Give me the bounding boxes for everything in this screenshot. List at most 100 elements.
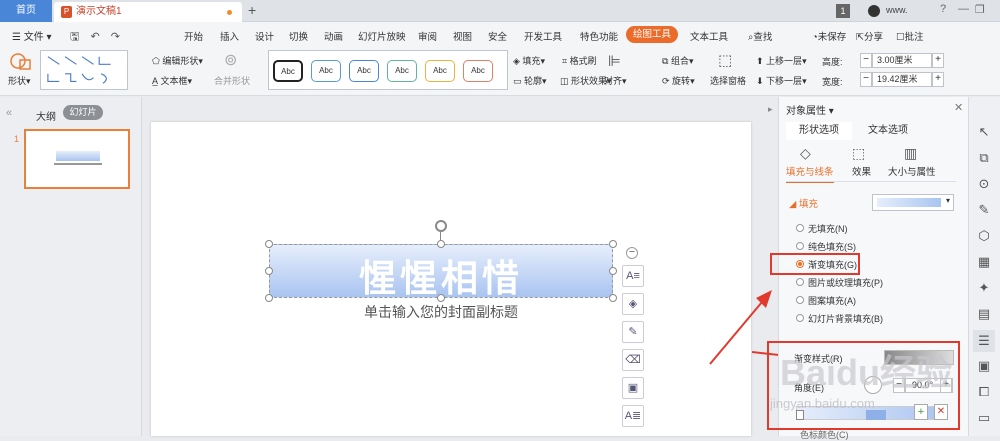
tab-outline[interactable]: 大纲	[36, 108, 56, 123]
fill-section-header[interactable]: ◢ 填充	[789, 196, 818, 210]
restore-button[interactable]: ❐	[975, 3, 985, 16]
close-icon[interactable]: ✕	[954, 101, 963, 114]
option-slide-bg-fill[interactable]: 幻灯片背景填充(B)	[808, 312, 883, 325]
menu-insert[interactable]: 插入	[220, 29, 239, 43]
style-swatch[interactable]: Abc	[463, 60, 493, 82]
text-wrap-icon[interactable]: A≣	[622, 405, 644, 427]
style-swatch[interactable]: Abc	[425, 60, 455, 82]
unsaved-button[interactable]: ◔未保存	[812, 29, 846, 43]
animation-icon[interactable]: ✦	[976, 280, 992, 296]
radio-picture-fill[interactable]	[796, 278, 804, 286]
collapse-float-toolbar-icon[interactable]: −	[626, 247, 638, 259]
style-swatch[interactable]: Abc	[311, 60, 341, 82]
height-input[interactable]: 3.00厘米	[872, 53, 932, 68]
minimize-button[interactable]: —	[958, 3, 969, 15]
menu-features[interactable]: 特色功能	[580, 29, 618, 43]
properties-icon[interactable]: ☰	[973, 330, 995, 352]
send-backward-button[interactable]: ⬇ 下移一层▾	[756, 74, 807, 87]
pen-icon[interactable]: ✎	[622, 321, 644, 343]
share-button[interactable]: ⇱分享	[856, 29, 883, 43]
align-button[interactable]: 对齐▾	[604, 74, 627, 87]
menu-drawing-tools[interactable]: 绘图工具	[626, 26, 678, 43]
resize-handle[interactable]	[265, 267, 273, 275]
search-button[interactable]: ⌕查找	[748, 29, 772, 43]
copy-icon[interactable]: ⧉	[976, 150, 992, 166]
fill-button[interactable]: ◈ 填充▾	[513, 54, 545, 67]
resize-handle[interactable]	[437, 240, 445, 248]
option-pattern-fill[interactable]: 图案填充(A)	[808, 294, 856, 307]
avatar[interactable]	[868, 5, 880, 17]
tab-slides[interactable]: 幻灯片	[63, 105, 103, 120]
tab-size-properties[interactable]: 大小与属性	[888, 164, 936, 178]
width-input[interactable]: 19.42厘米	[872, 72, 932, 87]
tab-document[interactable]: P 演示文稿1	[54, 2, 242, 22]
tab-effect[interactable]: 效果	[852, 164, 871, 178]
menu-review[interactable]: 审阅	[418, 29, 437, 43]
target-icon[interactable]: ⊙	[976, 176, 992, 192]
width-increase-button[interactable]: +	[932, 72, 944, 87]
height-decrease-button[interactable]: −	[860, 53, 872, 68]
tab-home[interactable]: 首页	[0, 0, 52, 22]
menu-design[interactable]: 设计	[255, 29, 274, 43]
resize-handle[interactable]	[265, 240, 273, 248]
slide-thumbnail[interactable]	[24, 129, 130, 189]
outline-button[interactable]: ▭ 轮廓▾	[513, 74, 547, 87]
archive-icon[interactable]: ▭	[976, 410, 992, 426]
menu-text-tools[interactable]: 文本工具	[690, 29, 728, 43]
option-picture-fill[interactable]: 图片或纹理填充(P)	[808, 276, 883, 289]
option-solid-fill[interactable]: 纯色填充(S)	[808, 240, 856, 253]
help-button[interactable]: ?	[940, 3, 946, 15]
text-effect-icon[interactable]: A≡	[622, 265, 644, 287]
height-increase-button[interactable]: +	[932, 53, 944, 68]
resize-handle[interactable]	[609, 240, 617, 248]
layers-icon[interactable]: ◈	[622, 293, 644, 315]
merge-shape-button[interactable]: 合并形状	[214, 74, 250, 87]
tab-shape-options[interactable]: 形状选项	[786, 122, 852, 140]
radio-no-fill[interactable]	[796, 224, 804, 232]
style-swatch[interactable]: Abc	[273, 60, 303, 82]
undo-icon[interactable]: ↶	[90, 31, 99, 43]
collapse-panel-button[interactable]: «	[6, 107, 12, 119]
slide-icon[interactable]: ▤	[976, 306, 992, 322]
select-icon[interactable]: ↖	[976, 124, 992, 140]
rotate-button[interactable]: ⟳ 旋转▾	[662, 74, 695, 87]
edit-shape-button[interactable]: ⬠ 编辑形状▾	[152, 54, 203, 67]
crop-icon[interactable]: ⧠	[976, 384, 992, 400]
grid-icon[interactable]: ▦	[976, 254, 992, 270]
resize-handle[interactable]	[609, 294, 617, 302]
radio-solid-fill[interactable]	[796, 242, 804, 250]
menu-security[interactable]: 安全	[488, 29, 507, 43]
edit-icon[interactable]: ✎	[976, 202, 992, 218]
comment-button[interactable]: ☐批注	[896, 29, 924, 43]
menu-file[interactable]: ☰ 文件 ▾	[12, 28, 52, 43]
width-decrease-button[interactable]: −	[860, 72, 872, 87]
menu-slideshow[interactable]: 幻灯片放映	[358, 29, 406, 43]
line-gallery[interactable]	[40, 50, 128, 90]
shape-icon[interactable]	[8, 52, 34, 72]
tab-text-options[interactable]: 文本选项	[858, 122, 918, 140]
radio-slide-bg-fill[interactable]	[796, 314, 804, 322]
option-no-fill[interactable]: 无填充(N)	[808, 222, 848, 235]
save-icon[interactable]: 🖫	[70, 31, 79, 43]
eraser-icon[interactable]: ⌫	[622, 349, 644, 371]
menu-developer[interactable]: 开发工具	[524, 29, 562, 43]
style-swatch[interactable]: Abc	[387, 60, 417, 82]
resize-handle[interactable]	[609, 267, 617, 275]
document-icon[interactable]: ▣	[976, 358, 992, 374]
user-name[interactable]: www.	[886, 5, 908, 15]
menu-animation[interactable]: 动画	[324, 29, 343, 43]
style-swatch[interactable]: Abc	[349, 60, 379, 82]
slide-subtitle[interactable]: 单击输入您的封面副标题	[269, 302, 613, 322]
fill-color-dropdown[interactable]: ▾	[872, 194, 954, 211]
cube-icon[interactable]: ⬡	[976, 228, 992, 244]
new-tab-button[interactable]: +	[248, 2, 256, 18]
bring-forward-button[interactable]: ⬆ 上移一层▾	[756, 54, 807, 67]
resize-handle[interactable]	[437, 294, 445, 302]
frame-icon[interactable]: ▣	[622, 377, 644, 399]
menu-view[interactable]: 视图	[453, 29, 472, 43]
text-box-button[interactable]: A̲ 文本框▾	[152, 74, 192, 87]
menu-start[interactable]: 开始	[184, 29, 203, 43]
format-brush-button[interactable]: ⌗ 格式刷	[562, 54, 597, 67]
select-pane-button[interactable]: 选择窗格	[710, 74, 746, 87]
redo-icon[interactable]: ↷	[111, 31, 120, 43]
